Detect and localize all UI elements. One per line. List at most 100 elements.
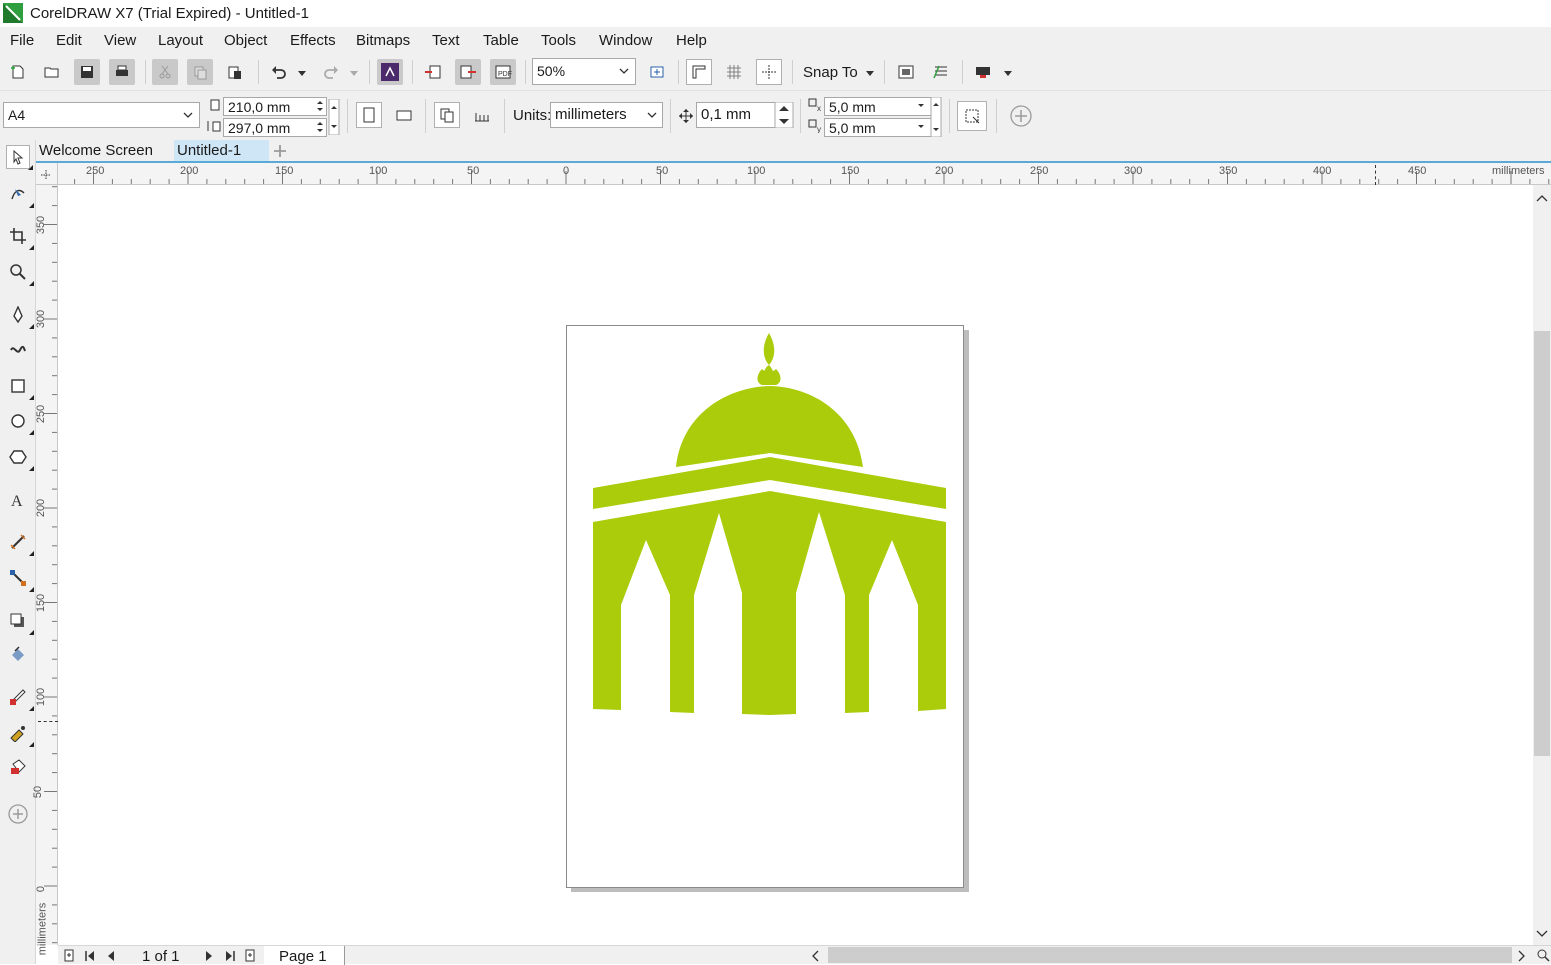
open-icon[interactable] <box>39 59 65 85</box>
crop-tool-icon[interactable] <box>6 224 34 250</box>
zoom-level-select[interactable]: 50% <box>532 58 636 85</box>
dup-y-dropdown-icon[interactable] <box>916 120 926 134</box>
artistic-media-icon[interactable] <box>6 337 30 361</box>
portrait-icon[interactable] <box>356 102 382 128</box>
save-icon[interactable] <box>74 59 100 85</box>
rulers-icon[interactable] <box>686 59 712 85</box>
application-launcher-icon[interactable] <box>928 59 954 85</box>
menu-file[interactable]: File <box>10 32 34 49</box>
dup-x-dropdown-icon[interactable] <box>916 99 926 113</box>
horizontal-scroll-thumb[interactable] <box>828 947 1512 963</box>
units-label: Units: <box>513 107 552 124</box>
vertical-ruler-ticks <box>44 186 57 944</box>
redo-icon[interactable] <box>318 59 344 85</box>
cut-icon[interactable] <box>152 59 178 85</box>
add-page-after-icon[interactable] <box>244 949 256 962</box>
menu-tools[interactable]: Tools <box>541 32 576 49</box>
width-spin-icon[interactable] <box>315 99 325 113</box>
zoom-tool-icon[interactable] <box>6 260 34 286</box>
scroll-right-icon[interactable] <box>1516 950 1526 962</box>
rectangle-tool-icon[interactable] <box>6 374 34 400</box>
connector-tool-icon[interactable] <box>6 566 34 592</box>
new-tab-icon[interactable] <box>273 144 287 158</box>
units-select[interactable]: millimeters <box>550 102 663 128</box>
horizontal-ruler[interactable]: 250 200 150 100 50 0 50 100 150 200 250 … <box>58 163 1551 185</box>
all-pages-icon[interactable] <box>434 102 460 128</box>
scroll-down-icon[interactable] <box>1536 929 1548 939</box>
scroll-up-icon[interactable] <box>1536 193 1548 203</box>
import-icon[interactable] <box>420 59 446 85</box>
guidelines-icon[interactable] <box>756 59 782 85</box>
page-tab[interactable]: Page 1 <box>264 946 345 965</box>
treat-as-filled-icon[interactable] <box>957 101 987 131</box>
print-icon[interactable] <box>109 59 135 85</box>
smart-fill-icon[interactable] <box>6 755 30 779</box>
interactive-fill-icon[interactable] <box>6 721 34 747</box>
menu-table[interactable]: Table <box>483 32 519 49</box>
menu-text[interactable]: Text <box>432 32 460 49</box>
export-icon[interactable] <box>455 59 481 85</box>
new-icon[interactable] <box>5 59 31 85</box>
last-page-icon[interactable] <box>224 950 236 962</box>
transparency-icon[interactable] <box>6 642 30 666</box>
menu-object[interactable]: Object <box>224 32 267 49</box>
add-tool-icon[interactable] <box>6 802 30 826</box>
menu-effects[interactable]: Effects <box>290 32 336 49</box>
page-size-select[interactable]: A4 <box>3 102 200 128</box>
vertical-ruler[interactable]: 350 300 250 200 150 100 50 0 millimeters <box>32 185 58 955</box>
ruler-tick-label: 100 <box>747 165 766 177</box>
scroll-left-icon[interactable] <box>811 950 821 962</box>
height-spin-icon[interactable] <box>315 120 325 134</box>
ruler-units-label: millimeters <box>1492 165 1545 177</box>
nudge-distance-input[interactable]: 0,1 mm <box>696 102 778 128</box>
ellipse-tool-icon[interactable] <box>6 409 34 435</box>
freehand-tool-icon[interactable] <box>6 303 34 329</box>
ruler-tick-label: 100 <box>369 165 388 177</box>
landscape-icon[interactable] <box>391 102 417 128</box>
drop-shadow-icon[interactable] <box>6 609 34 635</box>
add-property-icon[interactable] <box>1009 104 1033 128</box>
page-width-input[interactable]: 210,0 mm <box>223 97 327 116</box>
add-page-before-icon[interactable] <box>63 949 75 962</box>
vertical-scroll-thumb[interactable] <box>1534 331 1550 756</box>
previous-page-icon[interactable] <box>106 950 116 962</box>
zoom-to-page-icon[interactable] <box>644 59 670 85</box>
chevron-down-icon <box>183 112 193 118</box>
tab-untitled-1[interactable]: Untitled-1 <box>174 140 269 161</box>
parallel-dimension-icon[interactable] <box>6 530 34 556</box>
paste-icon[interactable] <box>222 59 248 85</box>
welcome-icon[interactable] <box>970 59 996 85</box>
menu-edit[interactable]: Edit <box>56 32 82 49</box>
first-page-icon[interactable] <box>84 950 96 962</box>
duplicate-spin-icon[interactable] <box>930 97 942 137</box>
search-content-icon[interactable] <box>377 59 403 85</box>
options-icon[interactable] <box>893 59 919 85</box>
tab-welcome-screen[interactable]: Welcome Screen <box>36 140 156 161</box>
size-spin-icon[interactable] <box>328 99 340 135</box>
menu-window[interactable]: Window <box>599 32 652 49</box>
current-page-icon[interactable] <box>469 102 495 128</box>
menu-help[interactable]: Help <box>676 32 707 49</box>
next-page-icon[interactable] <box>204 950 214 962</box>
menu-bitmaps[interactable]: Bitmaps <box>356 32 410 49</box>
title-bar: CorelDRAW X7 (Trial Expired) - Untitled-… <box>0 0 1551 27</box>
text-tool-icon[interactable]: A <box>6 488 30 512</box>
grid-icon[interactable] <box>721 59 747 85</box>
nudge-spin-icon[interactable] <box>774 102 794 128</box>
ruler-origin[interactable] <box>36 163 58 185</box>
duplicate-y-value: 5,0 mm <box>829 120 876 136</box>
shape-tool-icon[interactable] <box>6 182 34 208</box>
snap-to-button[interactable]: Snap To <box>803 64 858 81</box>
mosque-drawing[interactable] <box>566 325 964 888</box>
page-height-input[interactable]: 297,0 mm <box>223 118 327 137</box>
color-eyedropper-icon[interactable] <box>6 685 34 711</box>
copy-icon[interactable] <box>187 59 213 85</box>
zoom-navigator-icon[interactable] <box>1536 948 1550 962</box>
publish-pdf-icon[interactable]: PDF <box>490 59 516 85</box>
menu-layout[interactable]: Layout <box>158 32 203 49</box>
menu-view[interactable]: View <box>104 32 136 49</box>
chevron-down-icon <box>619 68 629 74</box>
undo-icon[interactable] <box>266 59 292 85</box>
polygon-tool-icon[interactable] <box>6 445 34 471</box>
pick-tool-icon[interactable] <box>6 145 33 170</box>
